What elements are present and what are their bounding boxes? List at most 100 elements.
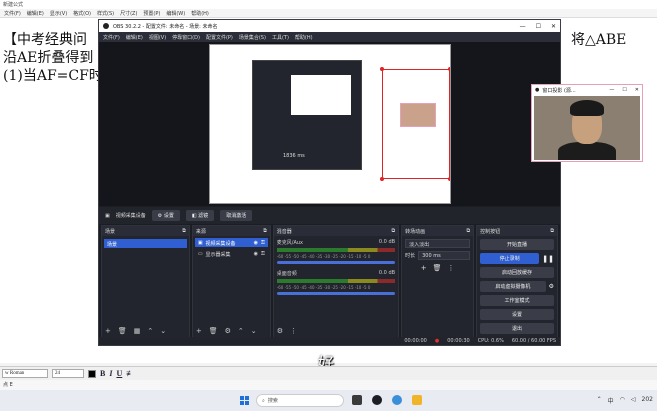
resize-handle[interactable]	[380, 67, 384, 71]
italic-button[interactable]: I	[109, 369, 112, 378]
eye-icon[interactable]: ◉	[254, 251, 258, 257]
app-menu-window[interactable]: 编辑(W)	[166, 10, 185, 17]
taskbar-search[interactable]: ⌕ 搜索	[256, 394, 344, 407]
stop-recording-button[interactable]: 停止录制	[480, 253, 540, 264]
volume-slider[interactable]	[276, 292, 396, 295]
underline-button[interactable]: U	[116, 369, 122, 378]
eye-icon[interactable]: ◉	[254, 240, 258, 246]
resize-handle[interactable]	[448, 177, 450, 181]
dock-undock-icon[interactable]: ⧉	[182, 228, 186, 234]
font-select[interactable]: w Roman	[2, 369, 48, 378]
bold-button[interactable]: B	[100, 369, 105, 378]
app-menu-style[interactable]: 样式(S)	[97, 10, 114, 17]
resize-handle[interactable]	[448, 67, 450, 71]
speaker-icon[interactable]: ◁	[631, 396, 636, 405]
source-deactivate-button[interactable]: 取消激活	[220, 210, 253, 221]
obs-preview[interactable]: 1836 ms	[99, 42, 560, 206]
source-properties-icon[interactable]: ⚙	[225, 327, 231, 335]
color-swatch[interactable]	[88, 369, 96, 378]
minimize-icon[interactable]: —	[609, 87, 614, 93]
lock-icon[interactable]: ⚿	[261, 240, 265, 246]
maximize-icon[interactable]: ☐	[622, 87, 626, 93]
source-list-item[interactable]: ▣ 视频采集设备 ◉ ⚿	[194, 238, 268, 247]
transition-type-select[interactable]: 淡入淡出	[405, 239, 471, 248]
language-icon[interactable]: 中	[608, 396, 614, 405]
obs-menu-tools[interactable]: 工具(T)	[272, 34, 289, 41]
app-menu-preset[interactable]: 预置(P)	[143, 10, 160, 17]
pause-icon[interactable]: ❚❚	[542, 255, 554, 263]
obs-menu-edit[interactable]: 编辑(E)	[126, 34, 143, 41]
more-options-icon[interactable]: ⋮	[447, 264, 454, 272]
move-up-icon[interactable]: ⌃	[238, 327, 244, 335]
search-icon: ⌕	[262, 397, 265, 404]
task-view-icon[interactable]	[352, 395, 362, 405]
obs-menu-file[interactable]: 文件(F)	[103, 34, 120, 41]
browser-taskbar-icon[interactable]	[392, 395, 402, 405]
settings-button[interactable]: 设置	[480, 309, 554, 320]
start-streaming-button[interactable]: 开始直播	[480, 239, 554, 250]
gear-icon[interactable]: ⚙	[549, 283, 554, 290]
resize-handle[interactable]	[380, 177, 384, 181]
scenes-dock-header: 场景 ⧉	[102, 226, 189, 236]
preview-nested-obs: 1836 ms	[252, 60, 362, 170]
webcam-window-controls: — ☐ ✕	[609, 87, 639, 93]
dock-undock-icon[interactable]: ⧉	[391, 228, 395, 234]
taskbar: ⌕ 搜索 ⌃ 中 ◠ ◁ 202	[0, 390, 657, 411]
minimize-icon[interactable]: —	[520, 23, 526, 30]
app-menu-file[interactable]: 文件(F)	[4, 10, 21, 17]
clock[interactable]: 202	[642, 396, 653, 405]
studio-mode-button[interactable]: 工作室模式	[480, 295, 554, 306]
app-menu-size[interactable]: 尺寸(Z)	[120, 10, 137, 17]
maximize-icon[interactable]: ☐	[536, 23, 541, 30]
close-icon[interactable]: ✕	[551, 23, 556, 30]
special-format-icon[interactable]: ≢	[126, 369, 134, 378]
app-menu-edit[interactable]: 编辑(E)	[27, 10, 44, 17]
duration-input[interactable]: 300 ms	[418, 251, 471, 260]
mixer-track-name: 麦克风/Aux	[276, 240, 303, 246]
chevron-up-icon[interactable]: ⌃	[597, 396, 602, 405]
obs-menu-docks[interactable]: 停靠窗口(D)	[172, 34, 200, 41]
obs-title: OBS 30.2.2 - 配置文件: 未命名 - 场景: 未命名	[113, 23, 218, 30]
replay-buffer-button[interactable]: 启动回放缓存	[480, 267, 554, 278]
dock-undock-icon[interactable]: ⧉	[467, 228, 471, 234]
obs-menu-view[interactable]: 视图(V)	[149, 34, 166, 41]
folder-taskbar-icon[interactable]	[412, 395, 422, 405]
dock-undock-icon[interactable]: ⧉	[263, 228, 267, 234]
remove-scene-icon[interactable]: 🗑	[118, 327, 127, 335]
obs-menu-scene-collection[interactable]: 场景集合(S)	[239, 34, 266, 41]
remove-source-icon[interactable]: 🗑	[209, 327, 218, 335]
add-source-icon[interactable]: +	[196, 327, 202, 335]
app-menu-view[interactable]: 显示(V)	[50, 10, 67, 17]
scene-list-item[interactable]: 场景	[104, 239, 187, 248]
remove-transition-icon[interactable]: 🗑	[433, 264, 442, 272]
windows-start-icon[interactable]	[240, 396, 249, 405]
add-transition-icon[interactable]: +	[421, 264, 427, 272]
add-scene-icon[interactable]: +	[105, 327, 111, 335]
lock-icon[interactable]: ⚿	[261, 251, 265, 257]
obs-menu-profile[interactable]: 配置文件(P)	[206, 34, 233, 41]
scene-filter-icon[interactable]: ▦	[134, 327, 141, 335]
app-menu-help[interactable]: 帮助(H)	[191, 10, 209, 17]
obs-status-bar: 00:00:00 ● 00:00:30 CPU: 0.6% 60.00 / 60…	[99, 337, 560, 345]
source-settings-button[interactable]: ⚙ 设置	[151, 210, 180, 221]
app-menu-format[interactable]: 格式(O)	[73, 10, 91, 17]
wifi-icon[interactable]: ◠	[620, 396, 625, 405]
source-filters-button[interactable]: ◧ 滤镜	[185, 210, 215, 221]
dock-undock-icon[interactable]: ⧉	[550, 228, 554, 234]
exit-button[interactable]: 退出	[480, 323, 554, 334]
virtual-camera-button[interactable]: 启动虚拟摄像机	[480, 281, 546, 292]
mixer-settings-icon[interactable]: ⚙	[277, 327, 283, 335]
move-up-icon[interactable]: ⌃	[147, 327, 153, 335]
move-down-icon[interactable]: ⌄	[251, 327, 257, 335]
font-size-select[interactable]: 24	[52, 369, 84, 378]
record-dot-icon: ●	[434, 338, 440, 344]
move-down-icon[interactable]: ⌄	[160, 327, 166, 335]
preview-nested-doc	[291, 75, 351, 115]
preview-nested-text: 1836 ms	[283, 153, 305, 159]
more-options-icon[interactable]: ⋮	[290, 327, 297, 335]
obs-taskbar-icon[interactable]	[372, 395, 382, 405]
source-list-item[interactable]: ▭ 显示器采集 ◉ ⚿	[195, 249, 268, 258]
obs-menu-help[interactable]: 帮助(H)	[295, 34, 313, 41]
volume-slider[interactable]	[276, 261, 396, 264]
close-icon[interactable]: ✕	[635, 87, 639, 93]
